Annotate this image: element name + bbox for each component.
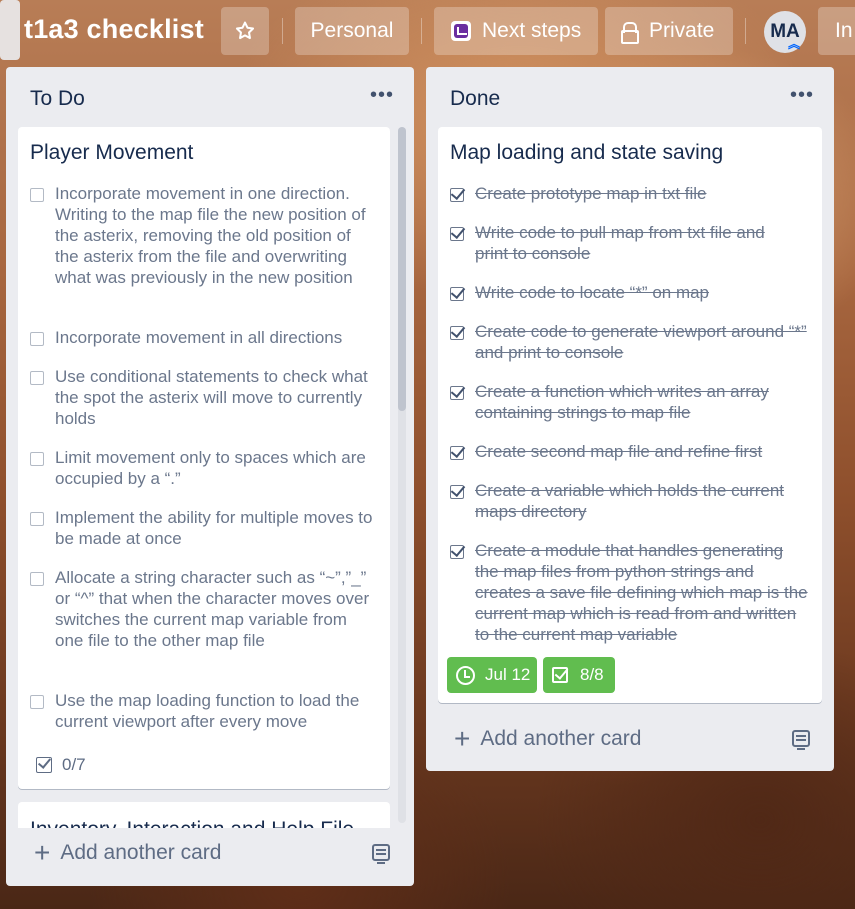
checklist-item-text: Limit movement only to spaces which are … <box>55 448 366 488</box>
header-divider <box>282 18 283 44</box>
checklist-progress: 0/7 <box>62 755 86 774</box>
star-icon <box>235 21 255 40</box>
checklist-item-text: Implement the ability for multiple moves… <box>55 508 373 548</box>
card-title: Inventory, Interaction and Help File <box>30 818 354 828</box>
lock-icon <box>621 22 639 44</box>
checklist-item[interactable]: Create a module that handles generating … <box>450 540 810 645</box>
next-steps-label: Next steps <box>482 19 582 42</box>
checklist-item[interactable]: Create a function which writes an array … <box>450 381 800 423</box>
add-card-label: Add another card <box>60 841 222 864</box>
checklist-item[interactable]: Incorporate movement in all directions <box>30 327 378 348</box>
checklist-item-text: Use the map loading function to load the… <box>55 691 360 731</box>
checked-checkbox-icon[interactable] <box>450 326 464 340</box>
admin-chevron-icon: ︽ <box>787 37 800 51</box>
invite-button[interactable]: In <box>818 7 855 55</box>
checklist-item-text: Write code to pull map from txt file and… <box>475 223 765 263</box>
checklist-item-text: Create a module that handles generating … <box>475 541 808 644</box>
header-divider <box>421 18 422 44</box>
checked-checkbox-icon[interactable] <box>450 446 464 460</box>
personal-button[interactable]: Personal <box>295 7 409 55</box>
checklist-item-text: Incorporate movement in one direction. W… <box>55 184 366 287</box>
checklist-item-text: Create code to generate viewport around … <box>475 322 807 362</box>
checklist-item[interactable]: Incorporate movement in one direction. W… <box>30 183 378 288</box>
list-todo: To Do ••• Player Movement Incorporate mo… <box>6 67 414 886</box>
checked-checkbox-icon[interactable] <box>450 485 464 499</box>
list-title[interactable]: Done <box>450 87 500 111</box>
private-label: Private <box>649 19 715 42</box>
board-title[interactable]: t1a3 checklist <box>24 14 204 45</box>
checklist-item-text: Use conditional statements to check what… <box>55 367 368 428</box>
card-template-icon[interactable] <box>792 730 810 750</box>
card-template-icon[interactable] <box>372 844 390 864</box>
checklist-item-text: Write code to locate “*” on map <box>475 283 710 302</box>
board-header: t1a3 checklist Personal Next steps Priva… <box>0 0 855 64</box>
plus-icon: + <box>34 837 51 868</box>
checklist-item[interactable]: Allocate a string character such as “~”,… <box>30 567 370 651</box>
invite-label: In <box>835 19 853 42</box>
scrollbar-thumb[interactable] <box>398 127 406 411</box>
checkbox-icon[interactable] <box>30 452 44 466</box>
card-map-loading[interactable]: Map loading and state saving Create prot… <box>438 127 822 703</box>
checklist-item-text: Create a function which writes an array … <box>475 382 769 422</box>
checklist-badge: 0/7 <box>36 755 86 775</box>
checkbox-icon[interactable] <box>30 572 44 586</box>
card-clip: Inventory, Interaction and Help File <box>18 802 390 828</box>
checklist-item[interactable]: Limit movement only to spaces which are … <box>30 447 370 489</box>
star-board-button[interactable] <box>221 7 269 55</box>
checklist-icon <box>36 757 52 773</box>
checklist-item[interactable]: Create code to generate viewport around … <box>450 321 810 363</box>
checklist-item[interactable]: Create prototype map in txt file <box>450 183 810 204</box>
card-title: Map loading and state saving <box>450 141 724 164</box>
due-date: Jul 12 <box>485 665 531 684</box>
checklist-item-text: Incorporate movement in all directions <box>55 328 343 347</box>
checkbox-icon[interactable] <box>30 371 44 385</box>
checklist-complete-badge: 8/8 <box>543 657 615 693</box>
checklist-icon <box>552 667 568 683</box>
checklist-item[interactable]: Use the map loading function to load the… <box>30 690 370 732</box>
checklist-item[interactable]: Implement the ability for multiple moves… <box>30 507 378 549</box>
checklist-item[interactable]: Write code to locate “*” on map <box>450 282 810 303</box>
checkbox-icon[interactable] <box>30 512 44 526</box>
checklist-item[interactable]: Write code to pull map from txt file and… <box>450 222 800 264</box>
checkbox-icon[interactable] <box>30 695 44 709</box>
checked-checkbox-icon[interactable] <box>450 545 464 559</box>
checked-checkbox-icon[interactable] <box>450 227 464 241</box>
add-card-button[interactable]: + Add another card <box>454 723 642 754</box>
next-steps-button[interactable]: Next steps <box>434 7 598 55</box>
list-menu-icon[interactable]: ••• <box>790 85 814 105</box>
checklist-item[interactable]: Use conditional statements to check what… <box>30 366 370 429</box>
personal-label: Personal <box>310 19 394 42</box>
checklist-item-text: Create second map file and refine first <box>475 442 763 461</box>
list-title[interactable]: To Do <box>30 87 85 111</box>
checklist-progress: 8/8 <box>580 665 604 684</box>
private-visibility-button[interactable]: Private <box>605 7 733 55</box>
checklist-item-text: Create a variable which holds the curren… <box>475 481 784 521</box>
add-card-button[interactable]: + Add another card <box>34 837 222 868</box>
checklist-item[interactable]: Create second map file and refine first <box>450 441 810 462</box>
list-menu-icon[interactable]: ••• <box>370 85 394 105</box>
checklist-item-text: Create prototype map in txt file <box>475 184 707 203</box>
checklist-item[interactable]: Create a variable which holds the curren… <box>450 480 810 522</box>
plus-icon: + <box>454 723 471 754</box>
card-player-movement[interactable]: Player Movement Incorporate movement in … <box>18 127 390 789</box>
checked-checkbox-icon[interactable] <box>450 188 464 202</box>
header-divider <box>745 18 746 44</box>
checked-checkbox-icon[interactable] <box>450 287 464 301</box>
clock-icon <box>456 665 475 685</box>
checklist-app-icon <box>451 21 471 41</box>
list-done: Done ••• Map loading and state saving Cr… <box>426 67 834 771</box>
card-title: Player Movement <box>30 141 194 164</box>
checklist-item-text: Allocate a string character such as “~”,… <box>55 568 370 650</box>
checkbox-icon[interactable] <box>30 188 44 202</box>
checkbox-icon[interactable] <box>30 332 44 346</box>
add-card-label: Add another card <box>480 727 642 750</box>
due-date-badge[interactable]: Jul 12 <box>447 657 537 693</box>
card-inventory[interactable]: Inventory, Interaction and Help File <box>18 802 390 828</box>
checked-checkbox-icon[interactable] <box>450 386 464 400</box>
